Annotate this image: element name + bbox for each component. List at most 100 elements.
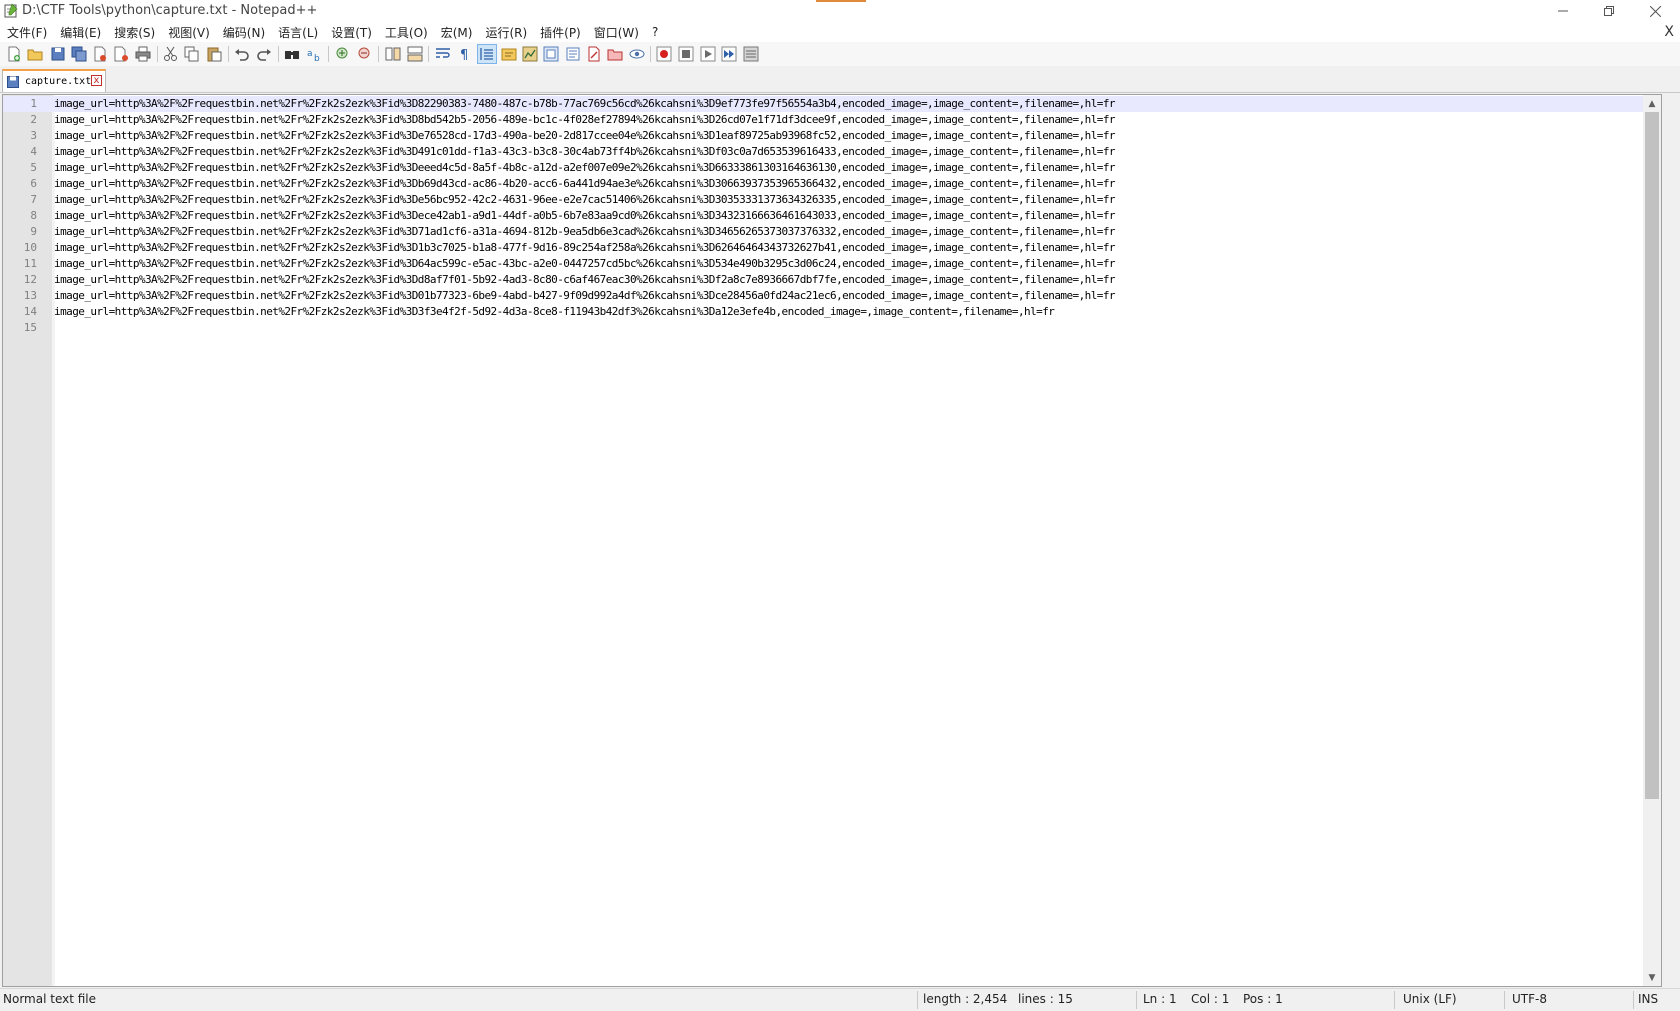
function-list-icon[interactable] [542, 45, 560, 63]
line-text[interactable]: image_url=http%3A%2F%2Frequestbin.net%2F… [54, 240, 1116, 256]
close-all-icon[interactable] [112, 45, 130, 63]
menu-file[interactable]: 文件(F) [0, 24, 53, 41]
print-icon[interactable] [134, 45, 152, 63]
status-divider [917, 991, 918, 1009]
sync-horizontal-scroll-icon[interactable] [406, 45, 424, 63]
menu-tools[interactable]: 工具(O) [378, 24, 434, 41]
menu-settings[interactable]: 设置(T) [324, 24, 378, 41]
menu-view[interactable]: 视图(V) [161, 24, 216, 41]
editor-line[interactable]: 3 image_url=http%3A%2F%2Frequestbin.net%2… [3, 128, 1643, 144]
save-macro-icon[interactable] [742, 45, 760, 63]
cut-icon[interactable] [162, 45, 180, 63]
stop-macro-icon[interactable] [677, 45, 695, 63]
line-text[interactable]: image_url=http%3A%2F%2Frequestbin.net%2F… [54, 112, 1116, 128]
scrollbar-thumb[interactable] [1645, 112, 1659, 799]
zoom-out-icon[interactable] [356, 45, 374, 63]
play-macro-icon[interactable] [699, 45, 717, 63]
tab-capture-txt[interactable]: capture.txt x [2, 69, 106, 92]
editor-line[interactable]: 7 image_url=http%3A%2F%2Frequestbin.net%2… [3, 192, 1643, 208]
line-text[interactable]: image_url=http%3A%2F%2Frequestbin.net%2F… [54, 304, 1055, 320]
line-text[interactable]: image_url=http%3A%2F%2Frequestbin.net%2F… [54, 208, 1116, 224]
find-icon[interactable] [283, 45, 301, 63]
replace-icon[interactable]: ab [305, 45, 323, 63]
scroll-down-arrow-icon[interactable]: ▼ [1643, 969, 1661, 986]
menu-edit[interactable]: 编辑(E) [53, 24, 107, 41]
line-text[interactable]: image_url=http%3A%2F%2Frequestbin.net%2F… [54, 288, 1116, 304]
record-macro-icon[interactable] [655, 45, 673, 63]
editor[interactable]: 1 image_url=http%3A%2F%2Frequestbin.net%2… [2, 94, 1662, 987]
close-icon[interactable] [1633, 0, 1677, 22]
menu-plugins[interactable]: 插件(P) [533, 24, 587, 41]
undo-icon[interactable] [233, 45, 251, 63]
copy-icon[interactable] [183, 45, 201, 63]
line-number: 3 [30, 129, 37, 142]
editor-line[interactable]: 8 image_url=http%3A%2F%2Frequestbin.net%2… [3, 208, 1643, 224]
menu-help[interactable]: ? [645, 25, 664, 39]
close-file-icon[interactable] [91, 45, 109, 63]
toolbar-separator [378, 46, 379, 62]
title-bar: D:\CTF Tools\python\capture.txt - Notepa… [0, 0, 1680, 22]
zoom-in-icon[interactable] [334, 45, 352, 63]
line-text[interactable]: image_url=http%3A%2F%2Frequestbin.net%2F… [54, 144, 1116, 160]
editor-line[interactable]: 4 image_url=http%3A%2F%2Frequestbin.net%2… [3, 144, 1643, 160]
tab-close-icon[interactable]: x [91, 75, 102, 86]
clipboard-history-icon[interactable] [564, 45, 582, 63]
show-all-characters-icon[interactable]: ¶ [456, 45, 474, 63]
status-divider [1504, 991, 1505, 1009]
status-file-type: Normal text file [3, 992, 97, 1006]
editor-line[interactable]: 6 image_url=http%3A%2F%2Frequestbin.net%2… [3, 176, 1643, 192]
folder-open-icon[interactable] [606, 45, 624, 63]
save-all-icon[interactable] [70, 45, 88, 63]
editor-line[interactable]: 9 image_url=http%3A%2F%2Frequestbin.net%2… [3, 224, 1643, 240]
sync-vertical-scroll-icon[interactable] [384, 45, 402, 63]
line-text[interactable]: image_url=http%3A%2F%2Frequestbin.net%2F… [54, 272, 1116, 288]
minimize-icon[interactable] [1541, 0, 1585, 22]
vertical-scrollbar[interactable]: ▲ ▼ [1643, 95, 1661, 986]
line-number: 9 [30, 225, 37, 238]
restore-icon[interactable] [1587, 0, 1631, 22]
project-panel-icon[interactable] [585, 45, 603, 63]
close-document-button[interactable]: X [1664, 24, 1674, 40]
status-bar: Normal text file length : 2,454 lines : … [0, 988, 1680, 1011]
menu-macro[interactable]: 宏(M) [434, 24, 479, 41]
line-number: 12 [23, 273, 37, 286]
menu-encoding[interactable]: 编码(N) [216, 24, 271, 41]
status-length: length : 2,454 [923, 992, 1008, 1006]
line-text[interactable]: image_url=http%3A%2F%2Frequestbin.net%2F… [54, 192, 1116, 208]
editor-line[interactable]: 11 image_url=http%3A%2F%2Frequestbin.net%… [3, 256, 1643, 272]
menu-run[interactable]: 运行(R) [478, 24, 533, 41]
editor-line[interactable]: 5 image_url=http%3A%2F%2Frequestbin.net%2… [3, 160, 1643, 176]
monitoring-icon[interactable] [628, 45, 646, 63]
new-file-icon[interactable] [5, 45, 23, 63]
editor-line[interactable]: 2 image_url=http%3A%2F%2Frequestbin.net%2… [3, 112, 1643, 128]
editor-line[interactable]: 14 image_url=http%3A%2F%2Frequestbin.net%… [3, 304, 1643, 320]
svg-text:a: a [307, 49, 313, 59]
status-eol: Unix (LF) [1403, 992, 1457, 1006]
editor-line[interactable]: 10 image_url=http%3A%2F%2Frequestbin.net%… [3, 240, 1643, 256]
scroll-up-arrow-icon[interactable]: ▲ [1643, 95, 1661, 112]
paste-icon[interactable] [205, 45, 223, 63]
line-text[interactable]: image_url=http%3A%2F%2Frequestbin.net%2F… [54, 176, 1116, 192]
document-map-icon[interactable] [521, 45, 539, 63]
menu-language[interactable]: 语言(L) [271, 24, 324, 41]
indent-guide-icon[interactable] [477, 44, 497, 64]
save-icon[interactable] [49, 45, 67, 63]
line-text[interactable]: image_url=http%3A%2F%2Frequestbin.net%2F… [54, 224, 1116, 240]
toolbar: ab ¶ [0, 42, 1680, 66]
folder-as-workspace-icon[interactable] [500, 45, 518, 63]
line-text[interactable]: image_url=http%3A%2F%2Frequestbin.net%2F… [54, 160, 1116, 176]
open-file-icon[interactable] [26, 45, 44, 63]
line-text[interactable]: image_url=http%3A%2F%2Frequestbin.net%2F… [54, 256, 1116, 272]
redo-icon[interactable] [255, 45, 273, 63]
word-wrap-icon[interactable] [434, 45, 452, 63]
menu-window[interactable]: 窗口(W) [587, 24, 645, 41]
editor-line[interactable]: 15 [3, 320, 1643, 336]
line-text[interactable]: image_url=http%3A%2F%2Frequestbin.net%2F… [54, 128, 1116, 144]
line-text[interactable]: image_url=http%3A%2F%2Frequestbin.net%2F… [54, 96, 1116, 112]
editor-line[interactable]: 13 image_url=http%3A%2F%2Frequestbin.net%… [3, 288, 1643, 304]
toolbar-separator [328, 46, 329, 62]
run-macro-multiple-icon[interactable] [720, 45, 738, 63]
menu-search[interactable]: 搜索(S) [107, 24, 161, 41]
editor-line[interactable]: 12 image_url=http%3A%2F%2Frequestbin.net%… [3, 272, 1643, 288]
editor-line[interactable]: 1 image_url=http%3A%2F%2Frequestbin.net%2… [3, 96, 1643, 112]
